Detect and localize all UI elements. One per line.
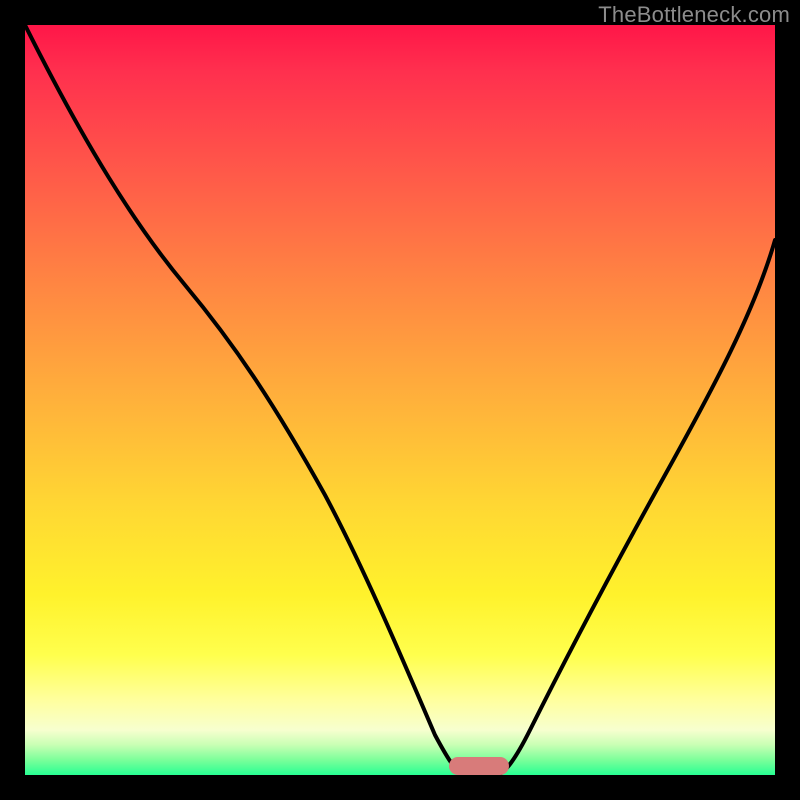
curve-right-branch: [497, 240, 775, 775]
bottleneck-curve: [25, 25, 775, 775]
optimal-range-marker: [449, 757, 509, 775]
plot-area: [25, 25, 775, 775]
curve-left-branch: [25, 25, 465, 775]
watermark-text: TheBottleneck.com: [598, 2, 790, 28]
chart-frame: TheBottleneck.com: [0, 0, 800, 800]
